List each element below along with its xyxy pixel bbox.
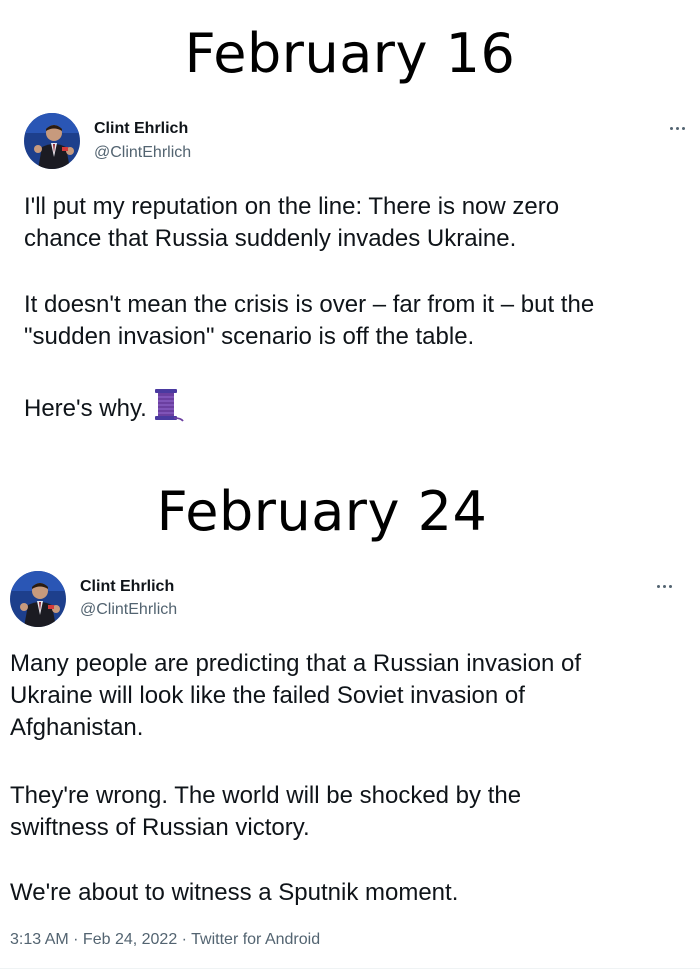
author-handle[interactable]: @ClintEhrlich xyxy=(80,601,177,619)
author-handle[interactable]: @ClintEhrlich xyxy=(94,144,191,162)
tweet-text-paragraph: It doesn't mean the crisis is over – far… xyxy=(24,291,595,350)
tweet-text-paragraph: We're about to witness a Sputnik moment. xyxy=(10,879,459,906)
author-name[interactable]: Clint Ehrlich xyxy=(94,120,188,138)
tweet-text-paragraph: They're wrong. The world will be shocked… xyxy=(10,782,522,841)
more-options-icon[interactable] xyxy=(665,122,689,134)
author-name[interactable]: Clint Ehrlich xyxy=(80,578,174,596)
tweet-text-paragraph: I'll put my reputation on the line: Ther… xyxy=(24,193,560,252)
tweet-timestamp[interactable]: 3:13 AM · Feb 24, 2022 · Twitter for And… xyxy=(10,931,320,949)
avatar[interactable] xyxy=(24,113,80,169)
thread-spool-icon xyxy=(153,388,185,431)
more-options-icon[interactable] xyxy=(652,580,676,592)
tweet-text-paragraph: Here's why. xyxy=(24,388,185,431)
tweet-text-paragraph: Many people are predicting that a Russia… xyxy=(10,650,582,741)
tweet-text-line: Here's why. xyxy=(24,395,147,422)
divider xyxy=(0,968,700,969)
date-heading-february-16: February 16 xyxy=(184,22,516,85)
avatar[interactable] xyxy=(10,571,66,627)
date-heading-february-24: February 24 xyxy=(156,480,488,543)
